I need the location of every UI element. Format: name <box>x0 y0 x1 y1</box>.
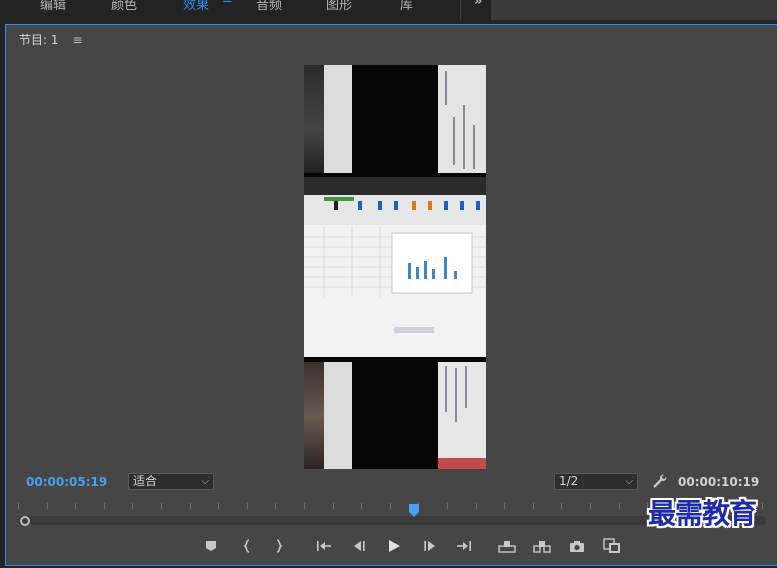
ruler-tick <box>75 503 77 509</box>
ruler-tick <box>447 503 448 509</box>
ruler-tick <box>475 503 477 509</box>
ruler-tick <box>161 503 162 509</box>
extract-icon <box>533 541 551 553</box>
workspace-overflow-icon[interactable]: » <box>474 0 482 9</box>
video-frame-spreadsheet <box>304 177 486 357</box>
ruler-tick <box>361 503 363 509</box>
workspace-menu-icon[interactable]: ≡ <box>222 0 233 7</box>
step-back-button[interactable] <box>348 535 370 557</box>
step-back-icon <box>354 541 365 551</box>
video-frame-paper-left-bottom <box>324 362 352 469</box>
ruler-tick <box>246 503 248 509</box>
extract-button[interactable] <box>531 535 553 557</box>
resolution-value: 1/2 <box>559 474 579 488</box>
video-frame-text-lines <box>445 71 475 169</box>
workspace-tab-libraries[interactable]: 库 <box>400 0 413 13</box>
workspace-tab-edit[interactable]: 编辑 <box>40 0 66 13</box>
settings-wrench-icon[interactable] <box>652 473 668 489</box>
go-to-out-button[interactable] <box>453 535 475 557</box>
current-timecode[interactable]: 00:00:05:19 <box>26 475 107 489</box>
zoom-level-value: 适合 <box>133 474 158 488</box>
panel-menu-icon[interactable]: ≡ <box>72 33 82 47</box>
panel-header[interactable]: 节目: 1 ≡ <box>19 31 82 48</box>
play-button[interactable] <box>383 535 405 557</box>
ruler-tick <box>590 503 591 509</box>
step-forward-button[interactable] <box>419 535 441 557</box>
go-to-in-icon <box>317 541 331 551</box>
video-frame-paper-right-bottom <box>438 362 486 469</box>
video-frame-paper-right <box>438 65 486 173</box>
go-to-out-icon <box>457 541 471 551</box>
compare-view-icon <box>603 538 620 553</box>
workspace-tab-graphics[interactable]: 图形 <box>326 0 352 13</box>
compare-view-button[interactable] <box>601 535 623 557</box>
ruler-tick <box>389 503 391 509</box>
mark-in-button[interactable] <box>236 535 258 557</box>
chevron-down-icon: ⌵ <box>625 476 633 487</box>
video-frame-paper-left <box>324 65 352 173</box>
playhead[interactable] <box>409 502 420 517</box>
video-frame-text-lines-bottom <box>438 366 486 469</box>
lift-button[interactable] <box>496 535 518 557</box>
ruler-tick <box>18 503 19 509</box>
mark-out-icon <box>276 539 283 553</box>
ruler-tick <box>332 503 334 509</box>
ruler-tick <box>504 503 506 509</box>
workspace-bar-filler <box>491 0 777 20</box>
play-icon <box>389 540 400 552</box>
duration-timecode: 00:00:10:19 <box>678 475 760 489</box>
divider <box>460 0 461 20</box>
ruler-tick <box>304 503 305 509</box>
ruler-tick <box>275 503 277 509</box>
ruler-tick <box>532 503 534 509</box>
watermark-text: 最需教育 <box>648 497 757 530</box>
mark-out-button[interactable] <box>268 535 290 557</box>
ruler-tick <box>761 503 763 509</box>
chevron-down-icon: ⌵ <box>201 476 209 487</box>
workspace-tab-color[interactable]: 颜色 <box>111 0 137 13</box>
export-frame-button[interactable] <box>566 535 588 557</box>
workspace-tab-effects[interactable]: 效果 <box>183 0 209 13</box>
ruler-tick <box>561 503 563 509</box>
ruler-tick <box>618 503 620 509</box>
spreadsheet-chart-graphic <box>304 177 486 333</box>
ruler-tick <box>132 503 134 509</box>
export-frame-icon <box>570 541 584 552</box>
add-marker-icon <box>206 541 216 551</box>
ruler-tick <box>103 503 105 509</box>
zoom-handle-left[interactable] <box>20 516 30 526</box>
ruler-tick <box>46 503 48 509</box>
go-to-in-button[interactable] <box>313 535 335 557</box>
ruler-tick <box>218 503 220 509</box>
video-frame-dark-edge-bottom <box>304 362 324 469</box>
panel-title: 节目: 1 <box>19 33 59 47</box>
lift-icon <box>498 541 516 553</box>
step-forward-icon <box>424 541 435 551</box>
add-marker-button[interactable] <box>200 535 222 557</box>
workspace-tab-audio[interactable]: 音频 <box>256 0 282 13</box>
zoom-level-select[interactable]: 适合 ⌵ <box>128 473 214 490</box>
program-video-frame[interactable] <box>304 65 486 469</box>
program-monitor-panel: 节目: 1 ≡ 00:00:05:19 适合 ⌵ 1/2 ⌵ 00:00:10:… <box>5 24 777 566</box>
workspace-bar: 编辑 颜色 效果 ≡ 音频 图形 库 » <box>0 0 777 20</box>
video-frame-dark-edge <box>304 65 324 173</box>
playback-resolution-select[interactable]: 1/2 ⌵ <box>554 473 638 490</box>
mark-in-icon <box>243 539 250 553</box>
ruler-tick <box>189 503 191 509</box>
